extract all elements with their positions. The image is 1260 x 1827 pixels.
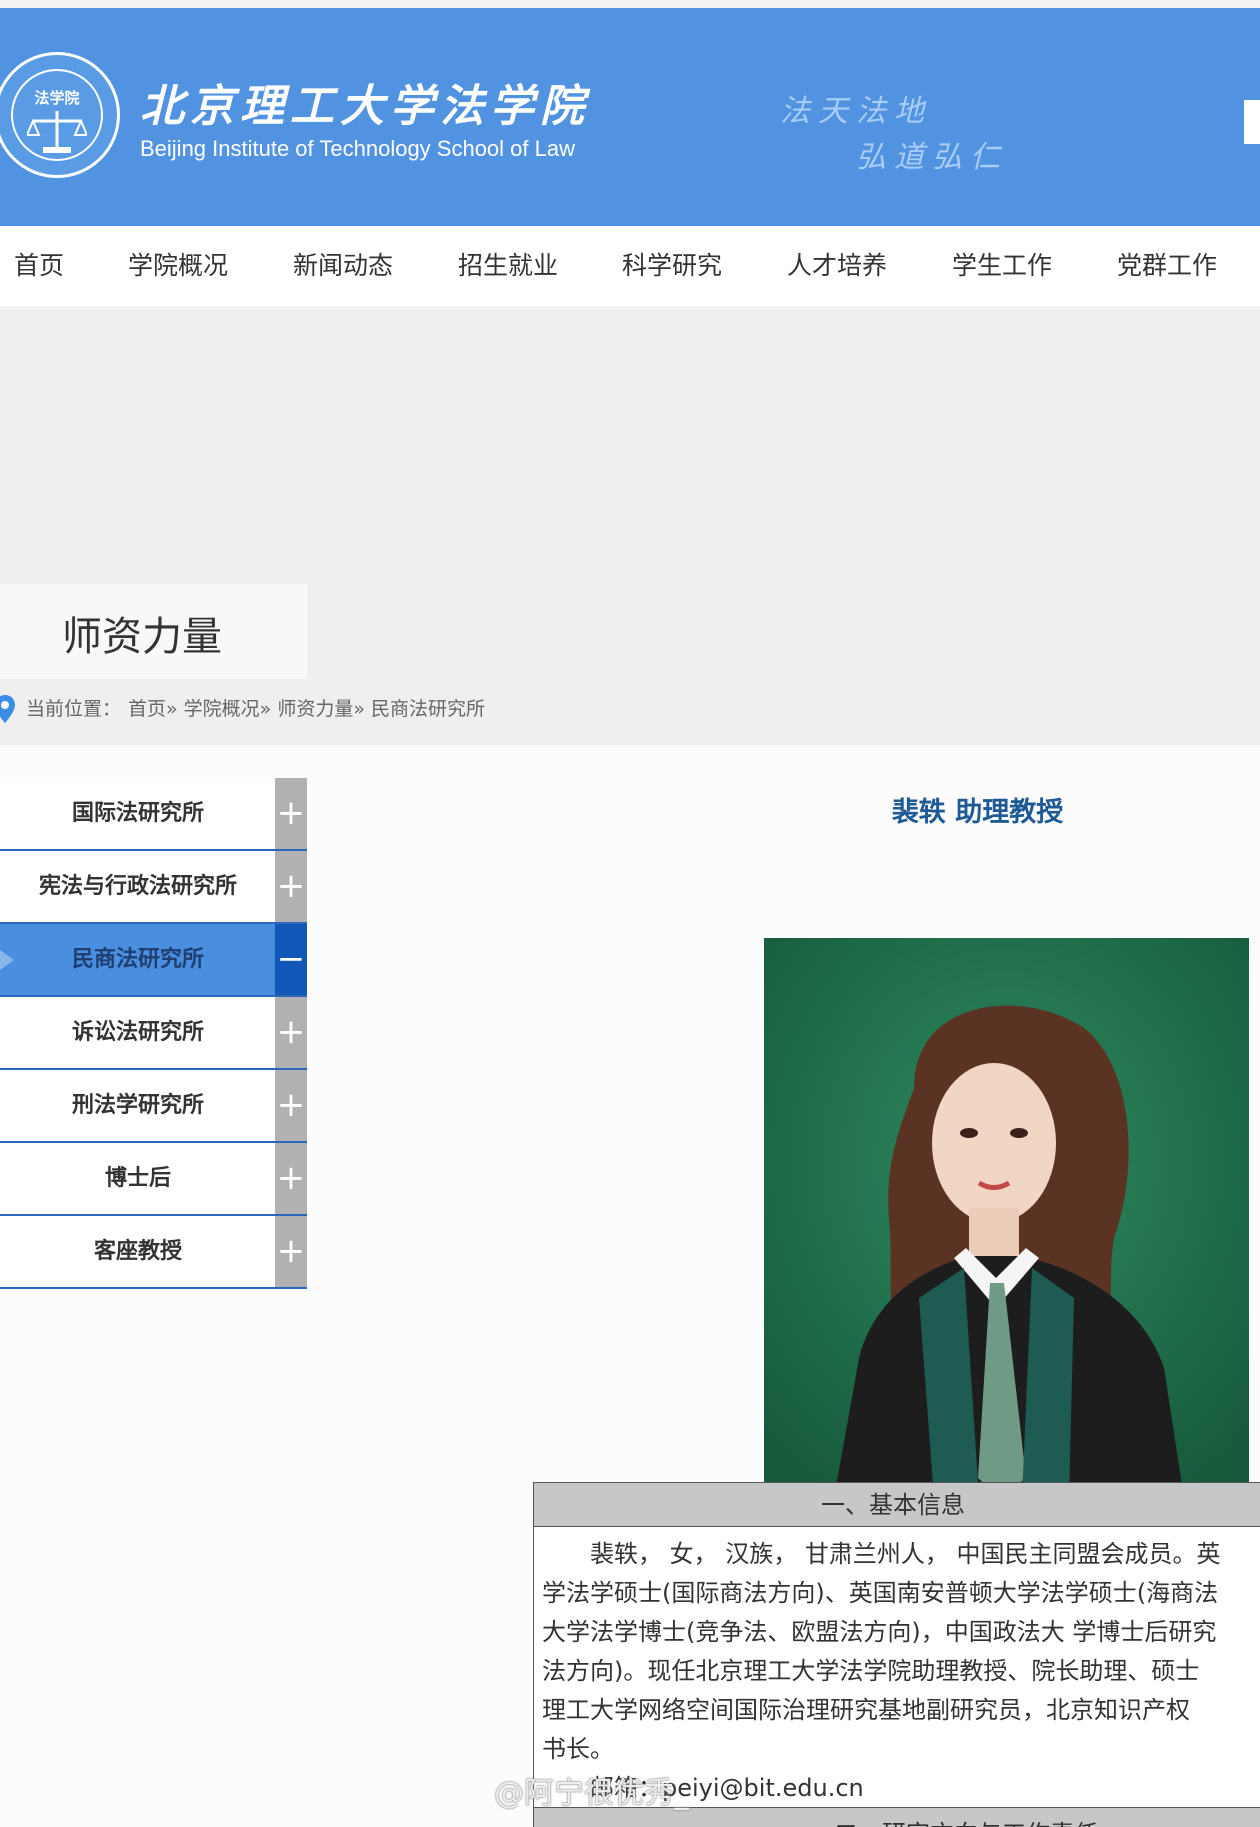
expand-plus-icon[interactable]: + bbox=[275, 1216, 307, 1287]
breadcrumb-label: 当前位置： bbox=[26, 698, 122, 720]
breadcrumb-path[interactable]: 首页» 学院概况» 师资力量» 民商法研究所 bbox=[128, 694, 485, 724]
sidebar-item-label: 刑法学研究所 bbox=[71, 1093, 204, 1118]
info-heading: 一、基本信息 bbox=[534, 1483, 1260, 1527]
search-box-edge[interactable] bbox=[1244, 100, 1260, 144]
motto-line-2: 弘道弘仁 bbox=[856, 140, 1008, 175]
nav-item-admissions[interactable]: 招生就业 bbox=[458, 246, 558, 286]
info-heading-text: 一、基本信息 bbox=[821, 1491, 965, 1519]
sidebar-item-constitutional-law[interactable]: 宪法与行政法研究所 + bbox=[0, 851, 307, 924]
nav-item-party[interactable]: 党群工作 bbox=[1117, 246, 1217, 286]
expand-plus-icon[interactable]: + bbox=[275, 997, 307, 1068]
sidebar-item-label: 客座教授 bbox=[93, 1239, 182, 1264]
info-line: 法方向)。现任北京理工大学法学院助理教授、院长助理、硕士 bbox=[542, 1657, 1200, 1685]
sidebar-item-civil-commercial-law[interactable]: 民商法研究所 − bbox=[0, 924, 307, 997]
profile-name-title: 裴轶 助理教授 bbox=[891, 797, 1064, 828]
info-line: 学法学硕士(国际商法方向)、英国南安普顿大学法学硕士(海商法 bbox=[542, 1579, 1219, 1607]
nav-item-about[interactable]: 学院概况 bbox=[128, 246, 228, 286]
collapse-minus-icon[interactable]: − bbox=[275, 924, 307, 995]
sidebar-item-postdoc[interactable]: 博士后 + bbox=[0, 1143, 307, 1216]
sidebar-item-label: 国际法研究所 bbox=[71, 801, 204, 826]
sidebar-item-label: 民商法研究所 bbox=[71, 947, 204, 972]
section-title: 师资力量 bbox=[62, 614, 222, 660]
content-area: 国际法研究所 + 宪法与行政法研究所 + 民商法研究所 − 诉讼法研究所 + 刑… bbox=[0, 745, 1260, 1827]
sidebar-item-criminal-law[interactable]: 刑法学研究所 + bbox=[0, 1070, 307, 1143]
top-strip bbox=[0, 0, 1260, 8]
next-section-heading-text: 二、研究方向与工作责任 bbox=[834, 1814, 1098, 1827]
nav-item-news[interactable]: 新闻动态 bbox=[293, 246, 393, 286]
location-pin-icon bbox=[0, 695, 15, 723]
nav-item-students[interactable]: 学生工作 bbox=[952, 246, 1052, 286]
profile-photo bbox=[764, 938, 1249, 1498]
nav-item-home[interactable]: 首页 bbox=[14, 246, 64, 286]
main-nav: 首页 学院概况 新闻动态 招生就业 科学研究 人才培养 学生工作 党群工作 bbox=[0, 226, 1260, 308]
expand-plus-icon[interactable]: + bbox=[275, 1143, 307, 1214]
site-title-cn[interactable]: 北京理工大学法学院 bbox=[140, 70, 590, 134]
sidebar-item-label: 宪法与行政法研究所 bbox=[38, 874, 237, 899]
sidebar-item-procedural-law[interactable]: 诉讼法研究所 + bbox=[0, 997, 307, 1070]
sidebar-item-international-law[interactable]: 国际法研究所 + bbox=[0, 778, 307, 851]
site-title-en: Beijing Institute of Technology School o… bbox=[140, 136, 575, 161]
school-logo[interactable]: 法学院 bbox=[0, 52, 120, 178]
motto-line-1: 法天法地 bbox=[780, 94, 932, 129]
info-line: 裴轶， 女， 汉族， 甘肃兰州人， 中国民主同盟会成员。英 bbox=[542, 1540, 1221, 1568]
sidebar-item-label: 博士后 bbox=[104, 1166, 171, 1191]
hero-area: 师资力量 当前位置： 首页» 学院概况» 师资力量» 民商法研究所 bbox=[0, 309, 1260, 745]
logo-text: 法学院 bbox=[34, 89, 80, 107]
sidebar-item-label: 诉讼法研究所 bbox=[71, 1020, 204, 1045]
sidebar: 国际法研究所 + 宪法与行政法研究所 + 民商法研究所 − 诉讼法研究所 + 刑… bbox=[0, 778, 307, 1289]
expand-plus-icon[interactable]: + bbox=[275, 1070, 307, 1141]
portrait-illustration bbox=[764, 938, 1249, 1498]
nav-item-education[interactable]: 人才培养 bbox=[787, 246, 887, 286]
watermark-text: @阿宁很优秀_ bbox=[494, 1776, 689, 1811]
nav-item-research[interactable]: 科学研究 bbox=[622, 246, 722, 286]
sidebar-item-visiting-professors[interactable]: 客座教授 + bbox=[0, 1216, 307, 1289]
scales-icon bbox=[27, 111, 87, 153]
info-line: 大学法学博士(竞争法、欧盟法方向)，中国政法大 学博士后研究 bbox=[542, 1618, 1217, 1646]
expand-plus-icon[interactable]: + bbox=[275, 778, 307, 849]
expand-plus-icon[interactable]: + bbox=[275, 851, 307, 922]
site-header: 法学院 北京理工大学法学院 Beijing Institute of Techn… bbox=[0, 8, 1260, 226]
info-line: 书长。 bbox=[542, 1735, 614, 1763]
section-title-box: 师资力量 bbox=[0, 584, 307, 679]
info-line: 理工大学网络空间国际治理研究基地副研究员，北京知识产权 bbox=[542, 1696, 1190, 1724]
